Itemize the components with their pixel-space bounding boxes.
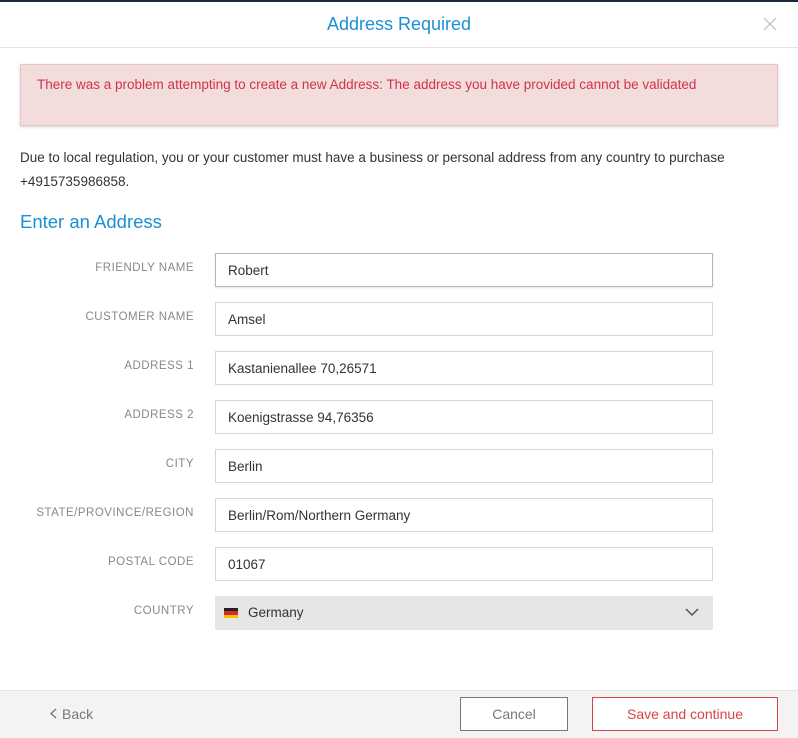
modal-header: Address Required xyxy=(0,2,798,48)
state-label: STATE/PROVINCE/REGION xyxy=(36,507,194,519)
country-value: Germany xyxy=(248,605,304,620)
customer-name-label: CUSTOMER NAME xyxy=(85,311,194,323)
chevron-left-icon xyxy=(49,706,57,722)
modal-footer: Back Cancel Save and continue xyxy=(0,690,798,738)
city-input[interactable] xyxy=(215,449,713,483)
country-row: COUNTRY Germany xyxy=(0,596,798,630)
address1-label: ADDRESS 1 xyxy=(124,360,194,372)
country-label: COUNTRY xyxy=(133,605,194,617)
cancel-button[interactable]: Cancel xyxy=(460,697,568,731)
back-label: Back xyxy=(62,706,94,722)
friendly-name-label: FRIENDLY NAME xyxy=(95,262,194,274)
error-banner: There was a problem attempting to create… xyxy=(20,64,778,126)
section-title: Enter an Address xyxy=(20,211,162,232)
address2-input[interactable] xyxy=(215,400,713,434)
close-icon[interactable] xyxy=(760,14,780,34)
state-input[interactable] xyxy=(215,498,713,532)
intro-text: Due to local regulation, you or your cus… xyxy=(20,150,725,189)
postal-code-input[interactable] xyxy=(215,547,713,581)
address1-input[interactable] xyxy=(215,351,713,385)
save-and-continue-button[interactable]: Save and continue xyxy=(592,697,778,731)
error-message: There was a problem attempting to create… xyxy=(37,77,697,92)
friendly-name-input[interactable] xyxy=(215,253,713,287)
state-row: STATE/PROVINCE/REGION xyxy=(0,498,798,532)
customer-name-input[interactable] xyxy=(215,302,713,336)
chevron-down-icon xyxy=(685,607,699,617)
postal-code-row: POSTAL CODE xyxy=(0,547,798,581)
postal-code-label: POSTAL CODE xyxy=(107,556,194,568)
modal-title: Address Required xyxy=(326,14,472,34)
back-link[interactable]: Back xyxy=(49,706,94,722)
germany-flag-icon xyxy=(224,608,238,618)
address2-label: ADDRESS 2 xyxy=(124,409,194,421)
customer-name-row: CUSTOMER NAME xyxy=(0,302,798,336)
country-select[interactable]: Germany xyxy=(215,596,713,630)
city-row: CITY xyxy=(0,449,798,483)
friendly-name-row: FRIENDLY NAME xyxy=(0,253,798,287)
address2-row: ADDRESS 2 xyxy=(0,400,798,434)
address1-row: ADDRESS 1 xyxy=(0,351,798,385)
city-label: CITY xyxy=(165,458,194,470)
